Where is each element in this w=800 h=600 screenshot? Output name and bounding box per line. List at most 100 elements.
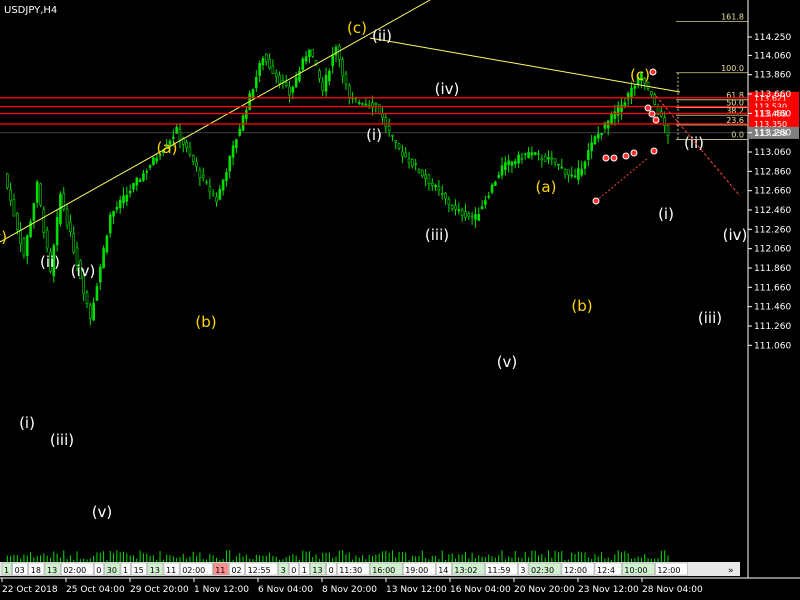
price-tick-label: 113.660	[754, 90, 791, 100]
scrollbar-segment-label: 1	[123, 566, 128, 575]
scrollbar-segment-label: 1	[4, 566, 9, 575]
candle-body	[338, 45, 341, 60]
wave-label: (ii)	[684, 134, 704, 152]
candle-body	[178, 129, 182, 141]
price-tick-label: 111.060	[754, 341, 791, 351]
candle-body	[467, 213, 471, 217]
candle-body	[474, 214, 477, 220]
candle-body	[517, 154, 520, 164]
candle-body	[155, 157, 159, 162]
wave-label: (b)	[195, 313, 216, 331]
candle-body	[570, 174, 574, 177]
scrollbar-segment-label: 13	[150, 566, 160, 575]
candle-body	[261, 57, 265, 66]
wave-label: (iii)	[50, 431, 74, 449]
candle-body	[95, 286, 99, 301]
candle-body	[580, 168, 583, 176]
candle-body	[440, 193, 444, 195]
trade-marker-icon	[652, 116, 660, 124]
candle-body	[142, 173, 145, 181]
scrollbar-segment-label: 14	[438, 566, 448, 575]
candle-body	[513, 161, 517, 165]
time-tick-label: 16 Nov 04:00	[450, 585, 511, 595]
candle-body	[92, 302, 95, 321]
candle-body	[255, 77, 258, 89]
candle-body	[477, 214, 481, 221]
candle-body	[195, 161, 198, 167]
candle-body	[557, 163, 560, 166]
scrollbar-segment-label: 19:00	[405, 566, 428, 575]
candle-body	[421, 169, 424, 177]
candle-body	[118, 199, 122, 209]
candle-body	[311, 49, 315, 57]
candle-body	[105, 235, 109, 253]
candle-body	[610, 113, 613, 124]
price-tick-label: 113.860	[754, 71, 791, 81]
scrollbar-segment-label: 12:00	[564, 566, 587, 575]
price-tick-label: 112.460	[754, 206, 791, 216]
scrollbar-segment-label: 13:02	[454, 566, 477, 575]
candle-body	[357, 102, 361, 104]
candle-body	[235, 139, 238, 149]
candle-body	[304, 56, 308, 62]
candle-body	[42, 209, 46, 233]
candle-body	[364, 103, 368, 106]
candle-body	[596, 133, 600, 139]
candle-body	[401, 151, 404, 157]
candle-body	[500, 165, 504, 176]
candle-body	[450, 205, 454, 210]
chart-background	[0, 0, 800, 600]
wave-label: (c)	[347, 19, 367, 37]
trade-marker-icon	[602, 154, 610, 162]
candle-body	[308, 49, 311, 57]
scrollbar-segment-label: 12:55	[248, 566, 271, 575]
candle-body	[394, 140, 398, 143]
scrollbar-segment-label: 13	[312, 566, 322, 575]
time-tick-label: 6 Nov 04:00	[258, 585, 313, 595]
candle-body	[221, 179, 225, 191]
time-scrollbar[interactable]: 1 03 18 13 02:00 0 30 1 15 13 11 02:00 11 02 12:55 3 0 1 1…	[0, 562, 740, 576]
candle-body	[152, 157, 155, 165]
candle-body	[547, 157, 550, 160]
trade-marker-icon	[644, 104, 652, 112]
candle-body	[251, 89, 255, 99]
candle-body	[341, 59, 344, 77]
time-tick-label: 25 Oct 04:00	[66, 585, 125, 595]
candle-body	[15, 213, 19, 231]
candle-body	[238, 128, 242, 136]
candle-body	[527, 151, 530, 158]
time-tick-label: 8 Nov 20:00	[322, 585, 377, 595]
candle-body	[484, 200, 487, 205]
candle-body	[39, 183, 42, 206]
candle-body	[470, 215, 474, 218]
candle-body	[294, 77, 298, 88]
candle-body	[587, 150, 590, 160]
candle-body	[228, 155, 232, 172]
trade-marker-icon	[648, 110, 656, 118]
candle-body	[324, 75, 328, 92]
wave-label: (a)	[157, 139, 178, 157]
candle-body	[437, 186, 441, 191]
price-tick-label: 113.460	[754, 109, 791, 119]
candle-body	[384, 117, 388, 127]
candle-body	[540, 157, 544, 161]
candle-body	[85, 292, 89, 304]
candle-body	[444, 193, 447, 199]
scrollbar-segment-label: 10:00	[624, 566, 647, 575]
candle-body	[98, 266, 102, 283]
candle-body	[507, 160, 510, 165]
scrollbar-segment-label: 03	[15, 566, 25, 575]
scrollbar-segment-label: 02:30	[531, 566, 554, 575]
scrollbar-arrow-icon[interactable]: »	[728, 566, 734, 576]
wave-label: (i)	[658, 205, 674, 223]
candle-body	[215, 196, 218, 203]
candle-body	[211, 192, 215, 196]
price-chart[interactable]: 161.8100.061.850.038.223.60.0 113.621113…	[0, 0, 800, 600]
candle-body	[198, 170, 202, 179]
fibo-level-label: 161.8	[721, 13, 744, 22]
candle-body	[135, 177, 139, 186]
scrollbar-segment-label: 11:59	[487, 566, 510, 575]
candle-body	[25, 235, 29, 257]
trade-marker-icon	[650, 147, 658, 155]
candle-body	[590, 142, 593, 151]
